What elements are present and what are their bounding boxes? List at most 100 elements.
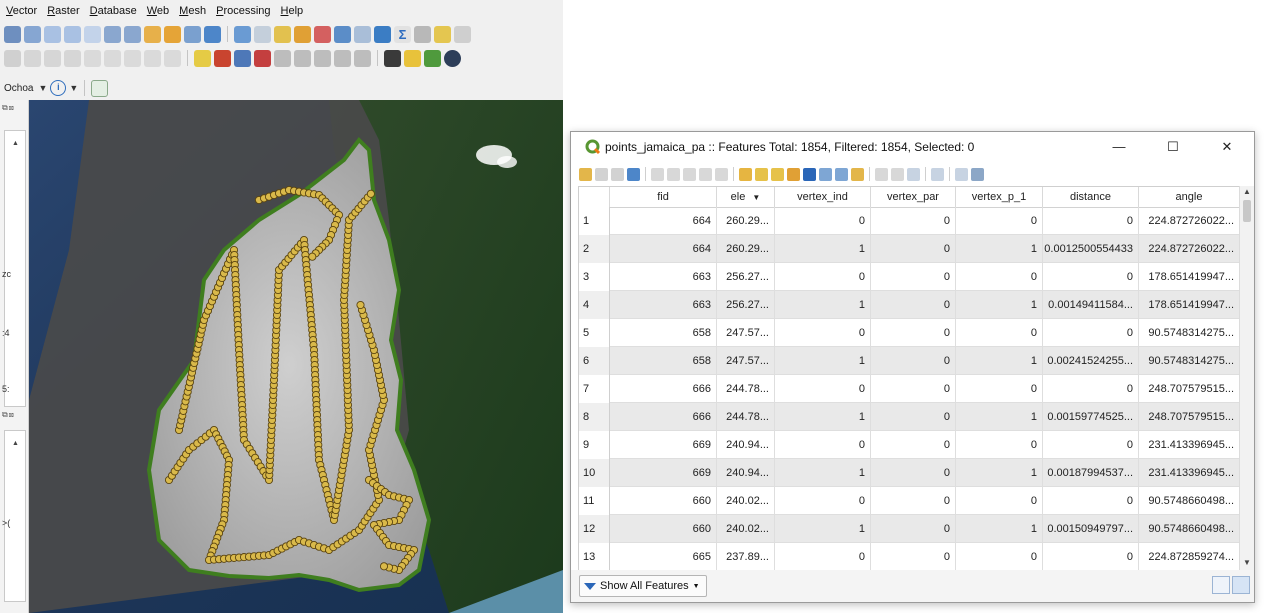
cell-angle[interactable]: 90.5748314275... [1139, 347, 1240, 375]
cell-angle[interactable]: 248.707579515... [1139, 375, 1240, 403]
cell-vertex-par[interactable]: 0 [871, 431, 956, 459]
cell-vertex-ind[interactable]: 0 [775, 207, 871, 235]
vertical-scrollbar[interactable]: ▲ ▼ [1239, 186, 1254, 570]
cell-ele[interactable]: 260.29... [717, 235, 775, 263]
cell-ele[interactable]: 240.02... [717, 487, 775, 515]
cell-fid[interactable]: 663 [610, 291, 717, 319]
delete-feature-icon[interactable] [667, 167, 680, 181]
field-calculator-icon[interactable] [334, 25, 351, 43]
menu-database[interactable]: Database [90, 5, 137, 17]
cell-vertex-ind[interactable]: 0 [775, 319, 871, 347]
zoom-native-icon[interactable] [164, 25, 181, 43]
cell-vertex-p-1[interactable]: 0 [956, 487, 1043, 515]
column-header-vertex-p-1[interactable]: vertex_p_1 [956, 187, 1043, 207]
table-row[interactable]: 5 658 247.57... 0 0 0 0 90.5748314275... [579, 319, 1240, 347]
zoom-full-icon[interactable] [104, 25, 121, 43]
python-console-icon[interactable] [404, 49, 421, 67]
cell-ele[interactable]: 247.57... [717, 319, 775, 347]
cell-vertex-par[interactable]: 0 [871, 347, 956, 375]
cell-vertex-par[interactable]: 0 [871, 375, 956, 403]
cell-vertex-ind[interactable]: 1 [775, 403, 871, 431]
menu-raster[interactable]: Raster [47, 5, 79, 17]
cell-vertex-p-1[interactable]: 0 [956, 263, 1043, 291]
gps-tracking-icon[interactable] [91, 79, 109, 97]
cell-ele[interactable]: 247.57... [717, 347, 775, 375]
zoom-to-layer-icon[interactable] [144, 25, 161, 43]
zoom-to-selected-icon[interactable] [851, 167, 864, 181]
cell-vertex-par[interactable]: 0 [871, 291, 956, 319]
table-row[interactable]: 2 664 260.29... 1 0 1 0.0012500554433 224.87272… [579, 235, 1240, 263]
label-unpin-icon[interactable] [354, 49, 371, 67]
row-number[interactable]: 7 [579, 375, 610, 403]
row-number[interactable]: 3 [579, 263, 610, 291]
cell-ele[interactable]: 256.27... [717, 291, 775, 319]
pan-to-selected-icon[interactable] [835, 167, 848, 181]
cell-distance[interactable]: 0.0012500554433 [1043, 235, 1139, 263]
cell-vertex-p-1[interactable]: 0 [956, 543, 1043, 571]
table-row[interactable]: 4 663 256.27... 1 0 1 0.00149411584... 178.6514… [579, 291, 1240, 319]
row-number[interactable]: 13 [579, 543, 610, 571]
column-header-distance[interactable]: distance [1043, 187, 1139, 207]
cell-vertex-p-1[interactable]: 0 [956, 375, 1043, 403]
table-row[interactable]: 7 666 244.78... 0 0 0 0 248.707579515... [579, 375, 1240, 403]
copy-features-icon[interactable] [104, 49, 121, 67]
column-header-vertex-par[interactable]: vertex_par [871, 187, 956, 207]
undo-icon[interactable] [144, 49, 161, 67]
cell-angle[interactable]: 248.707579515... [1139, 403, 1240, 431]
cell-vertex-ind[interactable]: 0 [775, 263, 871, 291]
cell-fid[interactable]: 669 [610, 459, 717, 487]
minimize-button[interactable]: — [1097, 136, 1141, 158]
cell-vertex-ind[interactable]: 0 [775, 543, 871, 571]
cell-vertex-par[interactable]: 0 [871, 543, 956, 571]
cell-distance[interactable]: 0 [1043, 487, 1139, 515]
globe-icon[interactable] [444, 49, 461, 67]
zoom-to-selection-icon[interactable] [124, 25, 141, 43]
row-number[interactable]: 11 [579, 487, 610, 515]
cell-distance[interactable]: 0 [1043, 375, 1139, 403]
cell-vertex-p-1[interactable]: 0 [956, 207, 1043, 235]
digitize-icon[interactable] [4, 49, 21, 67]
scroll-down-icon[interactable]: ▼ [1243, 558, 1251, 567]
annotation-icon[interactable] [454, 25, 471, 43]
cell-vertex-ind[interactable]: 1 [775, 291, 871, 319]
paste-features-icon[interactable] [124, 49, 141, 67]
cell-angle[interactable]: 231.413396945... [1139, 431, 1240, 459]
invert-selection-icon[interactable] [771, 167, 784, 181]
cell-distance[interactable]: 0.00149411584... [1043, 291, 1139, 319]
pan-icon[interactable] [4, 25, 21, 43]
menu-mesh[interactable]: Mesh [179, 5, 206, 17]
cell-vertex-par[interactable]: 0 [871, 403, 956, 431]
cell-distance[interactable]: 0 [1043, 543, 1139, 571]
refresh-icon[interactable] [204, 25, 221, 43]
cell-vertex-par[interactable]: 0 [871, 235, 956, 263]
cell-ele[interactable]: 260.29... [717, 207, 775, 235]
form-view-button[interactable] [1212, 576, 1230, 594]
measure-icon[interactable] [414, 25, 431, 43]
scroll-up-icon[interactable]: ▲ [1243, 187, 1251, 196]
cell-vertex-par[interactable]: 0 [871, 515, 956, 543]
column-header-vertex-ind[interactable]: vertex_ind [775, 187, 871, 207]
row-number[interactable]: 1 [579, 207, 610, 235]
table-row[interactable]: 12 660 240.02... 1 0 1 0.00150949797... 90.5748… [579, 515, 1240, 543]
table-row[interactable]: 13 665 237.89... 0 0 0 0 224.872859274... [579, 543, 1240, 571]
add-part-icon[interactable] [44, 49, 61, 67]
label-rotate-icon[interactable] [294, 49, 311, 67]
chevron-down-icon[interactable]: ▼ [38, 83, 47, 93]
pan-to-selection-icon[interactable] [24, 25, 41, 43]
row-number[interactable]: 9 [579, 431, 610, 459]
paste-cells-icon[interactable] [891, 167, 904, 181]
cell-distance[interactable]: 0.00241524255... [1043, 347, 1139, 375]
table-view-button[interactable] [1232, 576, 1250, 594]
chevron-down-icon[interactable]: ▼ [69, 83, 78, 93]
column-header-ele[interactable]: ele ▼ [717, 187, 775, 207]
zoom-last-icon[interactable] [184, 25, 201, 43]
deselect-all-icon[interactable] [787, 167, 800, 181]
menu-help[interactable]: Help [281, 5, 304, 17]
cell-vertex-par[interactable]: 0 [871, 459, 956, 487]
cell-vertex-p-1[interactable]: 0 [956, 319, 1043, 347]
cell-angle[interactable]: 224.872726022... [1139, 235, 1240, 263]
save-edits-icon[interactable] [611, 167, 624, 181]
table-row[interactable]: 9 669 240.94... 0 0 0 0 231.413396945... [579, 431, 1240, 459]
cell-distance[interactable]: 0 [1043, 207, 1139, 235]
table-row[interactable]: 8 666 244.78... 1 0 1 0.00159774525... 248.7075… [579, 403, 1240, 431]
